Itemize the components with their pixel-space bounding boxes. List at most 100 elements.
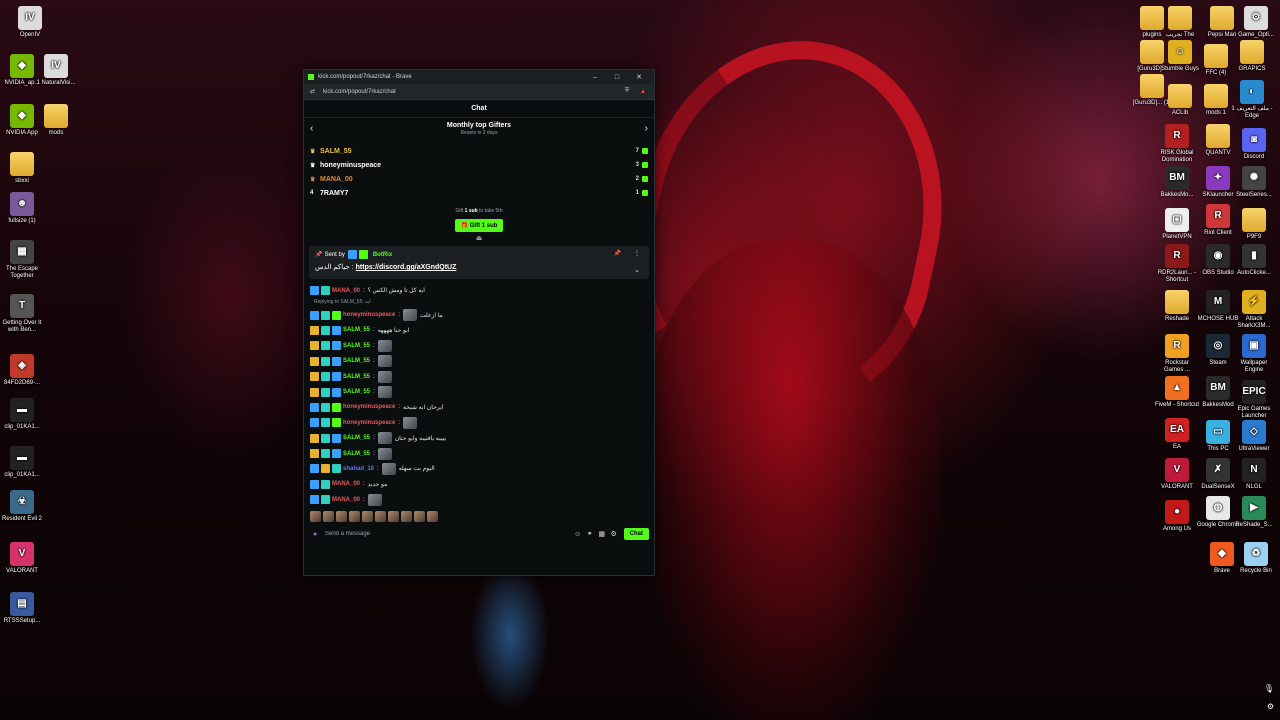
desktop-icon[interactable]: ▶ ReShade_S... [1232,496,1276,529]
desktop-icon[interactable]: P9F9 [1232,208,1276,241]
emote-icon[interactable] [401,511,412,523]
desktop-icon[interactable]: T Getting Over It with Ben... [0,294,44,334]
chat-message[interactable]: honeyminuspeace: ايرحان ابه شيخه [310,400,648,415]
desktop-icon[interactable]: R Rockstar Games ... [1155,334,1199,374]
discord-link[interactable]: https://discord.gg/aXGndQtUZ [356,264,457,271]
desktop-icon[interactable]: ♻ Recycle Bin [1234,542,1278,575]
links-icon[interactable]: ⚭ [584,530,596,538]
chat-username[interactable]: SALM_55 [343,389,370,395]
chat-message[interactable]: SALM_55: [310,369,648,384]
close-button[interactable]: ✕ [628,73,650,81]
desktop-icon[interactable]: ▦ The Escape Together [0,240,44,280]
chat-message[interactable]: SALM_55: [310,446,648,461]
chat-username[interactable]: SALM_55 [343,435,370,441]
chat-message[interactable]: SALM_55: ييييه ياقتيبه وايو حنان [310,431,648,446]
site-info-icon[interactable]: ⇄ [310,88,315,95]
rewards-icon[interactable]: ▲ [638,89,648,95]
desktop-icon[interactable]: ☣ Resident Evil 2 [0,490,44,523]
chat-username[interactable]: honeyminuspeace [343,312,395,318]
desktop-icon[interactable]: ▤ RTSSSetup... [0,592,44,625]
desktop-icon[interactable]: ⚙ Game_Opti... [1234,6,1278,39]
chat-message[interactable]: MANA_00: ايه كل تا ومش الكس ؟ [310,283,648,298]
chat-username[interactable]: honeyminuspeace [343,420,395,426]
desktop-icon[interactable]: ◙ Discord [1232,128,1276,161]
desktop-icon[interactable]: ◇ UltraViewer [1232,420,1276,453]
desktop-icon[interactable]: GRAPICS [1230,40,1274,73]
gifter-row[interactable]: ♛ honeyminuspeace 3 [310,158,648,172]
desktop-icon[interactable]: IV OpenIV [8,6,52,39]
shields-icon[interactable]: ⛨ [622,88,632,95]
desktop-icon[interactable]: ✺ SteelSeries... [1232,166,1276,199]
emote-icon[interactable] [310,511,321,523]
window-titlebar[interactable]: kick.com/popout/7rkaz/chat - Brave – □ ✕ [304,70,654,84]
desktop-icon[interactable]: ⚡ Attack SharkX3M... [1232,290,1276,330]
desktop-icon[interactable]: BM BakkesMo... [1155,166,1199,199]
desktop-icon[interactable]: ◐ ملف التعريف 1 - Edge [1230,80,1274,120]
desktop-icon[interactable]: V VALORANT [1155,458,1199,491]
desktop-icon[interactable]: ▮ AutoClicke... [1232,244,1276,277]
next-arrow-icon[interactable]: › [645,123,648,134]
emote-icon[interactable] [323,511,334,523]
chat-username[interactable]: SALM_55 [343,358,370,364]
desktop-icon[interactable]: ● Among Us [1155,500,1199,533]
chat-message[interactable]: SALM_55: [310,354,648,369]
desktop-icon[interactable]: تجريب The [1158,6,1202,39]
chat-message[interactable]: honeyminuspeace: [310,415,648,430]
chat-message[interactable]: SALM_55: [310,384,648,399]
emoji-picker-icon[interactable]: ☺ [572,531,584,538]
microphone-tray-icon[interactable]: 🎙 [1264,684,1274,693]
emote-icon[interactable] [388,511,399,523]
chat-message[interactable]: SALM_55: [310,338,648,353]
desktop-icon[interactable]: sbxxi [0,152,44,185]
desktop-icon[interactable]: EA EA [1155,418,1199,451]
desktop-icon[interactable]: ▬ clip_01KA1... [0,446,44,479]
unpin-icon[interactable]: 📌 [614,250,621,257]
address-bar[interactable]: ⇄ kick.com/popout/7rkaz/chat ⛨ ▲ [304,84,654,100]
desktop-icon[interactable]: ▲ FiveM - Shortcut [1155,376,1199,409]
desktop-icon[interactable]: N NLGL [1232,458,1276,491]
emote-icon[interactable] [414,511,425,523]
chat-username[interactable]: MANA_00 [332,497,360,503]
gifter-row[interactable]: ♛ MANA_00 2 [310,172,648,186]
desktop-icon[interactable]: R RISK Global Domination [1155,124,1199,164]
url-text[interactable]: kick.com/popout/7rkaz/chat [323,89,616,95]
maximize-button[interactable]: □ [606,74,628,81]
chat-message[interactable]: honeyminuspeace: ما ازعلت [310,307,648,322]
chat-message[interactable]: SALM_55: ابو حنا ههههه [310,323,648,338]
chat-message[interactable]: MANA_00: مو جديد [310,477,648,492]
desktop-icon[interactable]: EPIC Epic Games Launcher [1232,380,1276,420]
desktop-icon[interactable]: mods [34,104,78,137]
chat-username[interactable]: shahad_18 [343,466,374,472]
gifter-row[interactable]: 4 7RAMY7 1 [310,186,648,200]
chat-username[interactable]: MANA_00 [332,481,360,487]
chevron-down-icon[interactable]: ⌄ [634,266,640,274]
chat-message-input[interactable] [321,527,572,542]
desktop-icon[interactable]: ☻ fullsize (1) [0,192,44,225]
desktop-icon[interactable]: R RDR2Laun... - Shortcut [1155,244,1199,284]
gifter-row[interactable]: ♛ SALM_55 7 [310,144,648,158]
emote-icon[interactable] [427,511,438,523]
emote-icon[interactable] [362,511,373,523]
send-chat-button[interactable]: Chat [623,528,649,541]
chat-username[interactable]: SALM_55 [343,327,370,333]
chat-username[interactable]: SALM_55 [343,451,370,457]
desktop-icon[interactable]: V VALORANT [0,542,44,575]
emote-icon[interactable] [375,511,386,523]
pinned-sender[interactable]: BotRix [373,252,392,258]
desktop-icon[interactable]: Reshade [1155,290,1199,323]
chat-message[interactable]: shahad_18: اليوم بت سهله [310,461,648,476]
emote-icon[interactable] [336,511,347,523]
more-options-icon[interactable]: ⋮ [634,250,640,257]
settings-icon[interactable]: ⚙ [608,530,620,538]
chat-username[interactable]: SALM_55 [343,374,370,380]
prev-arrow-icon[interactable]: ‹ [310,123,313,134]
emote-icon[interactable] [349,511,360,523]
chat-username[interactable]: honeyminuspeace [343,404,395,410]
rules-icon[interactable]: ▦ [596,530,608,538]
chat-username[interactable]: MANA_00 [332,288,360,294]
desktop-icon[interactable]: ◈ 84FD2D69-... [0,354,44,387]
collapse-handle-icon[interactable]: ⏏ [304,234,654,242]
minimize-button[interactable]: – [584,74,606,81]
gift-sub-button[interactable]: 🎁 Gift 1 sub [454,219,504,232]
chat-message[interactable]: MANA_00: [310,492,648,507]
